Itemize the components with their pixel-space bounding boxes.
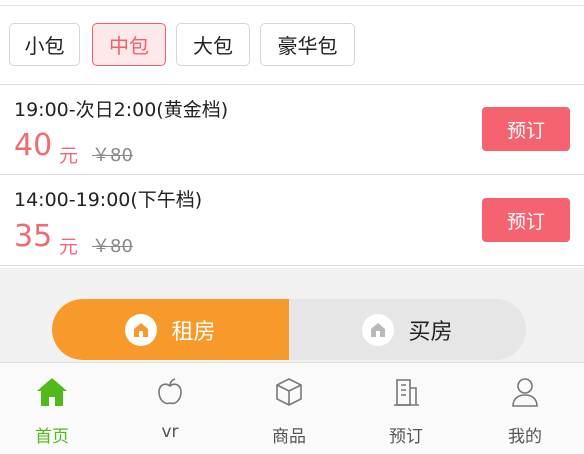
tab-mine[interactable]: 我的 [475,363,575,454]
tab-vr[interactable]: vr [120,363,220,454]
room-tab-medium[interactable]: 中包 [92,23,166,66]
user-icon [510,377,540,411]
room-tab-luxury[interactable]: 豪华包 [260,23,355,66]
house-icon [362,313,395,346]
slot-time: 19:00-次日2:00(黄金档) [14,99,229,121]
slot-price: 35 [14,219,53,254]
room-tab-small[interactable]: 小包 [9,23,80,66]
tab-booking[interactable]: 预订 [356,363,456,454]
slot-price: 40 [14,128,53,163]
tab-label: 商品 [272,427,306,447]
buy-label: 买房 [408,319,453,345]
book-button[interactable]: 预订 [482,107,570,151]
divider [0,84,584,85]
tab-label: vr [161,422,179,442]
apple-icon [155,377,185,411]
rent-buy-switch: 租房 买房 [52,299,526,360]
original-price: ￥80 [92,145,133,166]
room-tab-large[interactable]: 大包 [176,23,250,66]
rent-button[interactable]: 租房 [52,299,289,360]
book-button[interactable]: 预订 [482,198,570,242]
buy-button[interactable]: 买房 [289,299,526,360]
bottom-tab-bar: 首页 vr 商品 预订 我的 [0,362,584,454]
house-icon [125,313,158,346]
home-icon [36,377,68,411]
price-unit: 元 [59,145,79,167]
divider [0,265,584,266]
tab-label: 预订 [389,427,423,447]
tab-label: 我的 [508,427,542,447]
tab-home[interactable]: 首页 [2,363,102,454]
price-unit: 元 [59,236,79,258]
divider [0,174,584,175]
tab-products[interactable]: 商品 [239,363,339,454]
slot-time: 14:00-19:00(下午档) [14,189,203,211]
box-icon [274,377,304,411]
building-icon [391,377,421,411]
booking-card: 小包 中包 大包 豪华包 19:00-次日2:00(黄金档) 40 元 ￥80 … [0,0,584,268]
tab-label: 首页 [35,427,69,447]
rent-label: 租房 [171,319,216,345]
original-price: ￥80 [92,236,133,257]
top-divider [0,5,584,6]
